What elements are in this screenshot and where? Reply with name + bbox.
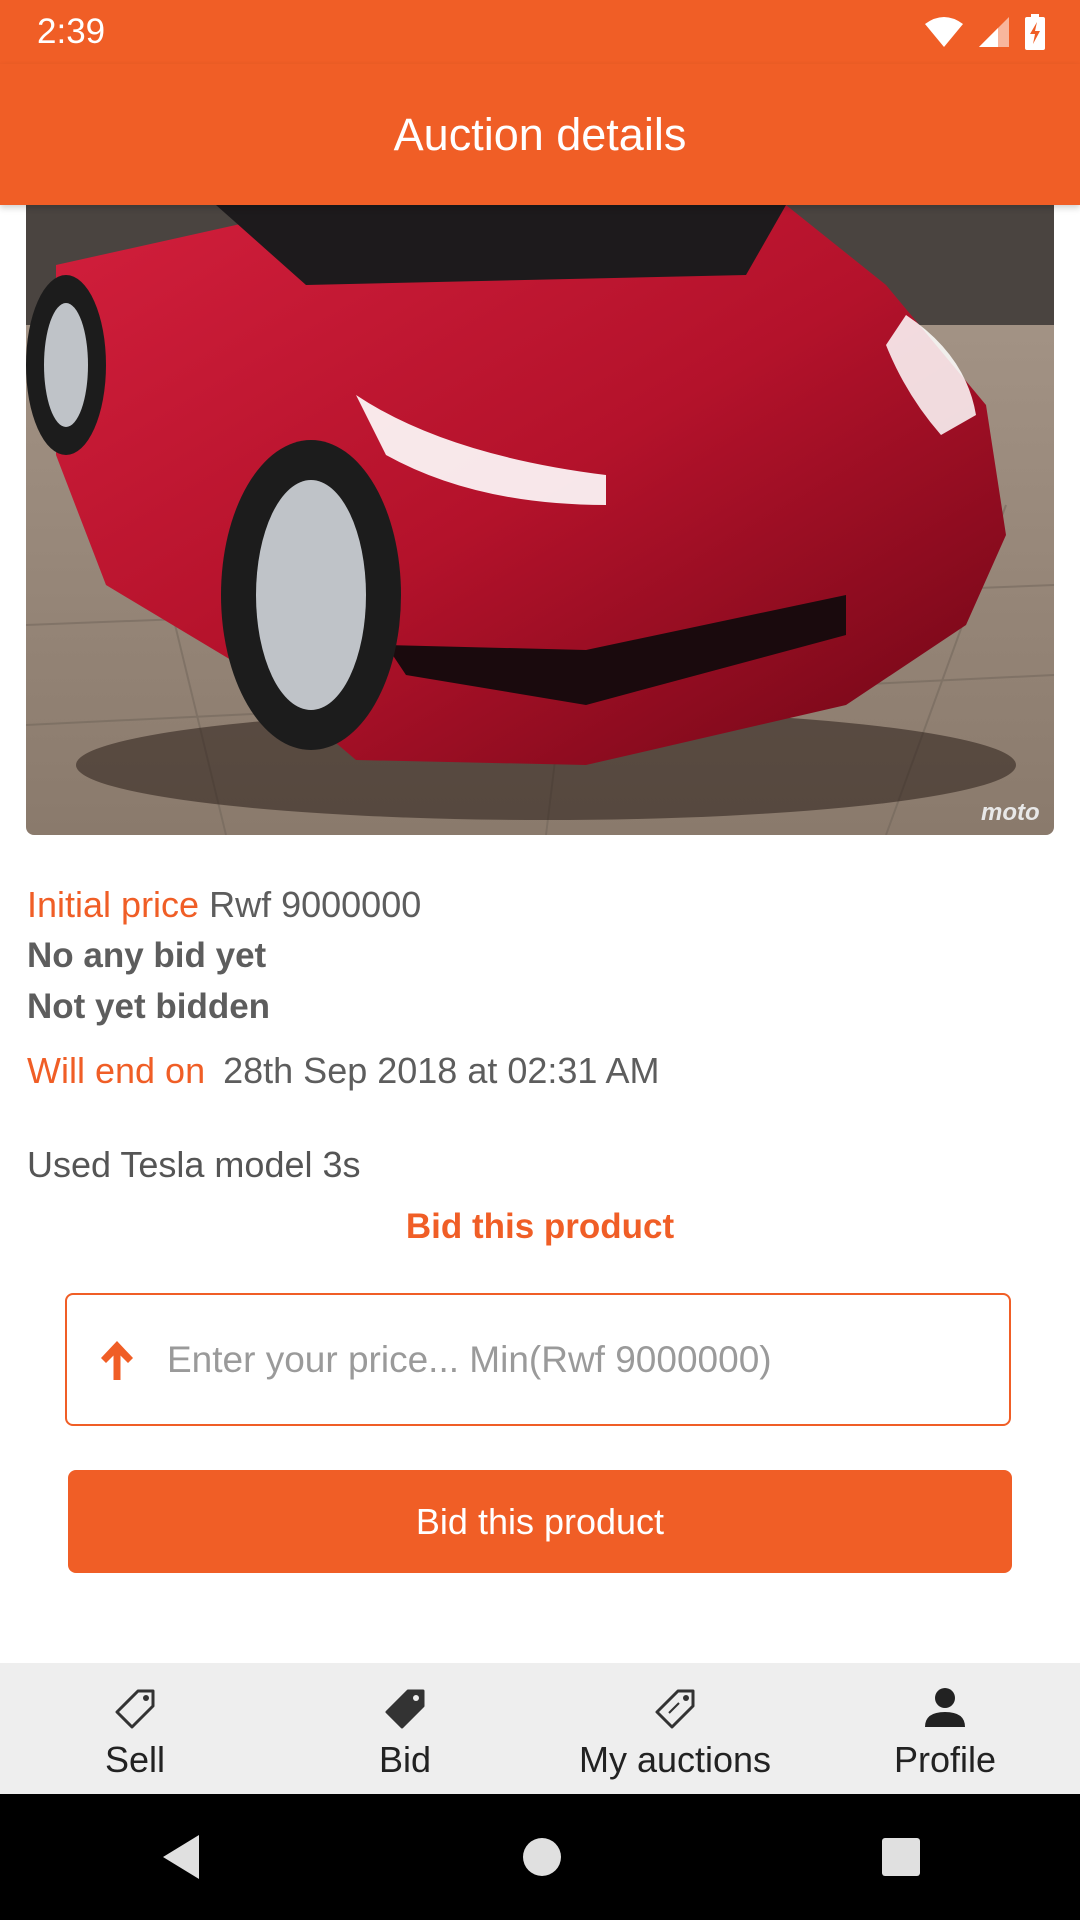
tag-outline-icon — [655, 1689, 695, 1729]
app-bar: Auction details — [0, 64, 1080, 205]
end-date-label: Will end on — [27, 1050, 206, 1091]
nav-label-bid: Bid — [378, 1739, 432, 1780]
image-watermark: moto — [981, 799, 1040, 826]
cellular-signal-icon — [979, 17, 1009, 47]
bid-status-secondary: Not yet bidden — [27, 987, 271, 1026]
product-description: Used Tesla model 3s — [27, 1144, 361, 1185]
status-icons — [924, 14, 1046, 50]
price-input[interactable] — [165, 1337, 989, 1382]
bottom-nav: Sell Bid My auctions Profile — [0, 1663, 1080, 1794]
end-date-row: Will end on 28th Sep 2018 at 02:31 AM — [27, 1050, 659, 1092]
product-image: moto — [26, 205, 1054, 835]
tag-outline-icon — [115, 1689, 155, 1729]
initial-price-value: Rwf 9000000 — [209, 884, 422, 925]
nav-item-profile[interactable]: Profile — [810, 1663, 1080, 1794]
back-icon[interactable] — [159, 1833, 203, 1881]
bid-button[interactable]: Bid this product — [68, 1470, 1012, 1573]
wifi-icon — [925, 17, 963, 47]
end-date-value: 28th Sep 2018 at 02:31 AM — [223, 1050, 660, 1091]
price-input-box[interactable] — [65, 1293, 1011, 1426]
page-title: Auction details — [393, 108, 687, 160]
bid-heading: Bid this product — [405, 1207, 675, 1246]
nav-label-my-auctions: My auctions — [578, 1739, 772, 1780]
tag-filled-icon — [385, 1689, 425, 1729]
initial-price-row: Initial price Rwf 9000000 — [27, 884, 421, 926]
recents-icon[interactable] — [881, 1837, 921, 1877]
bid-status: No any bid yet — [27, 936, 267, 975]
nav-label-profile: Profile — [893, 1739, 997, 1780]
home-icon[interactable] — [522, 1837, 562, 1877]
system-navigation-bar — [0, 1794, 1080, 1920]
status-time: 2:39 — [37, 12, 106, 51]
status-bar: 2:39 — [0, 0, 1080, 64]
battery-charging-icon — [1025, 14, 1045, 50]
person-icon — [925, 1688, 965, 1727]
nav-label-sell: Sell — [104, 1739, 166, 1780]
nav-item-sell[interactable]: Sell — [0, 1663, 270, 1794]
nav-item-bid[interactable]: Bid — [270, 1663, 540, 1794]
arrow-up-icon — [101, 1340, 133, 1380]
initial-price-label: Initial price — [27, 884, 200, 925]
nav-item-my-auctions[interactable]: My auctions — [540, 1663, 810, 1794]
car-photo: moto — [26, 205, 1054, 835]
